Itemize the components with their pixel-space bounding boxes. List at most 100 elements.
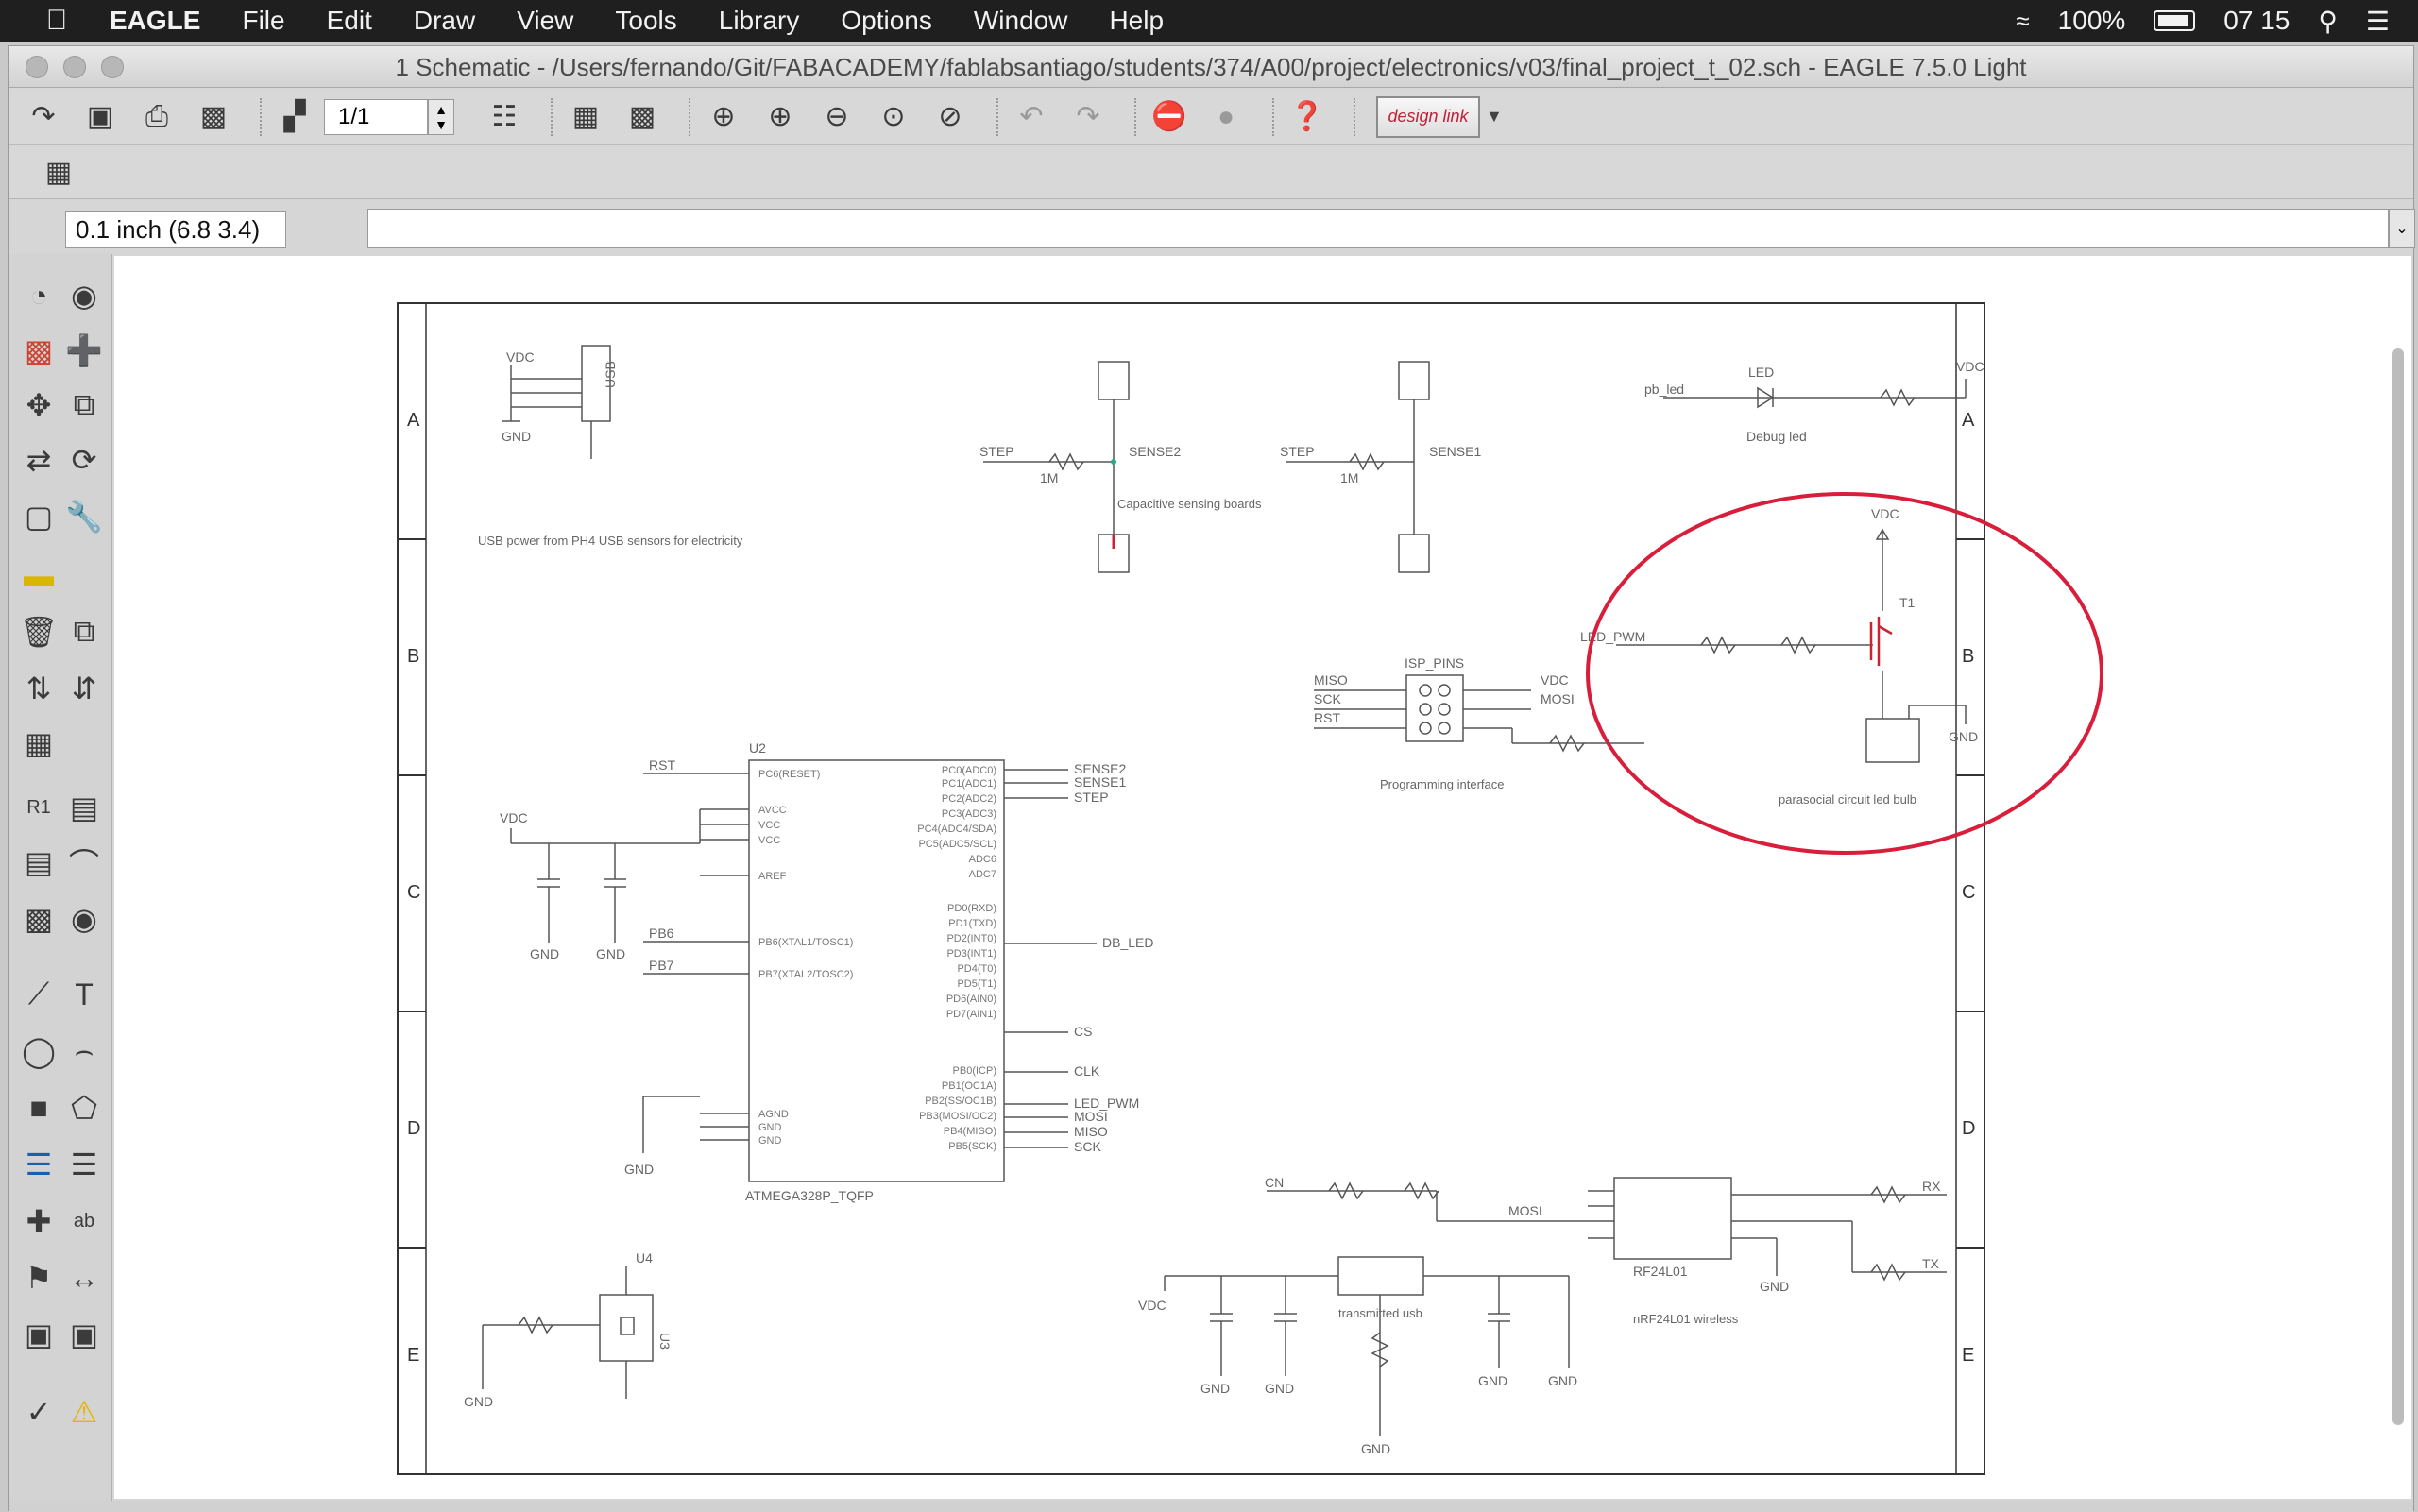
notification-center-icon[interactable]: ☰	[2366, 6, 2390, 37]
paste-icon[interactable]: ▬	[18, 554, 60, 596]
zoom-in-icon[interactable]: ⊕	[758, 95, 802, 139]
sheet-stepper[interactable]: ▲ ▼	[428, 98, 454, 135]
split-icon[interactable]: ▤	[18, 841, 60, 883]
mirror-icon[interactable]: ⇄	[18, 439, 60, 481]
frame-icon[interactable]: ▣	[18, 1314, 60, 1355]
mark-icon[interactable]: ➕	[63, 330, 105, 371]
junction-icon[interactable]: ✚	[18, 1200, 60, 1242]
menu-view[interactable]: View	[496, 6, 594, 36]
undo-icon[interactable]: ↶	[1010, 95, 1053, 139]
vertical-scrollbar[interactable]	[2392, 348, 2404, 1425]
add-icon[interactable]: ⧉	[63, 611, 105, 653]
arc-icon[interactable]: ⌢	[63, 1030, 105, 1072]
net-icon[interactable]: ☰	[63, 1144, 105, 1185]
redraw-icon[interactable]: ⊙	[872, 95, 915, 139]
help-icon[interactable]: ❓	[1286, 95, 1329, 139]
smash-icon[interactable]: ▩	[18, 898, 60, 940]
sheet-select[interactable]: 1/1	[324, 98, 428, 135]
script-icon[interactable]: ▦	[564, 95, 607, 139]
mosfet-vdc-label: VDC	[1871, 506, 1899, 521]
nrf24l01-module[interactable]	[1267, 1177, 1947, 1282]
u3-transistor[interactable]	[482, 1266, 654, 1399]
cap-sensor-right[interactable]	[1286, 361, 1430, 573]
redo-icon[interactable]: ↷	[1066, 95, 1110, 139]
frame-alt-icon[interactable]: ▣	[63, 1314, 105, 1355]
menu-options[interactable]: Options	[820, 6, 953, 36]
wifi-icon[interactable]: ≈	[2016, 7, 2029, 36]
sheet-icon[interactable]: ▞	[273, 95, 316, 139]
atmega328p[interactable]	[643, 759, 1097, 1182]
circle-icon[interactable]: ◯	[18, 1030, 60, 1072]
go-icon[interactable]: ●	[1204, 95, 1248, 139]
mcu-gnd-label: GND	[530, 946, 559, 961]
gateswap-icon[interactable]: ⇵	[63, 668, 105, 709]
stop-icon[interactable]: ⛔	[1148, 95, 1191, 139]
open-file-icon[interactable]: ↷	[22, 95, 65, 139]
menu-library[interactable]: Library	[698, 6, 821, 36]
value-icon[interactable]: ▤	[63, 787, 105, 828]
schematic-canvas[interactable]: A B C D E A B C D E VDC GND USB USB powe…	[114, 256, 2411, 1499]
command-history-chevron-icon[interactable]: ⌄	[2389, 209, 2415, 248]
menu-window[interactable]: Window	[953, 6, 1089, 36]
miter-icon[interactable]: ⌒	[63, 841, 105, 883]
usb-vdc-label: VDC	[506, 349, 535, 365]
debug-led-circuit[interactable]	[1663, 379, 1967, 409]
designlink-button[interactable]: design link	[1376, 95, 1480, 138]
mosfet-circuit[interactable]	[1616, 528, 1967, 763]
bus-icon[interactable]: ☰	[18, 1144, 60, 1185]
debug-led-caption: Debug led	[1746, 429, 1807, 444]
mcu-pin-right: PD2(INT0)	[946, 933, 996, 944]
chevron-down-icon[interactable]: ▼	[1486, 107, 1503, 127]
menu-tools[interactable]: Tools	[594, 6, 697, 36]
print-icon[interactable]: ⎙	[135, 95, 179, 139]
label-icon[interactable]: ab	[63, 1200, 105, 1242]
command-input[interactable]	[367, 209, 2389, 248]
optimize-icon[interactable]: ◉	[63, 898, 105, 940]
info-icon[interactable]: ◔	[18, 275, 60, 316]
mcu-pin-right: PC5(ADC5/SCL)	[918, 839, 996, 850]
show-icon[interactable]: ◉	[63, 275, 105, 316]
erc-icon[interactable]: ✓	[18, 1391, 60, 1433]
voltage-regulator[interactable]	[1164, 1256, 1570, 1436]
menu-file[interactable]: File	[221, 6, 305, 36]
apple-menu-icon[interactable]: 	[38, 5, 76, 37]
dimension-icon[interactable]: ↔	[63, 1257, 105, 1299]
regulator-gnd-label: GND	[1200, 1381, 1230, 1396]
move-icon[interactable]: ✥	[18, 384, 60, 426]
clock[interactable]: 07 15	[2223, 6, 2290, 36]
use-library-icon[interactable]: ☷	[483, 95, 526, 139]
change-icon[interactable]: 🔧	[63, 496, 105, 537]
cam-processor-icon[interactable]: ▩	[192, 95, 235, 139]
menu-help[interactable]: Help	[1088, 6, 1184, 36]
frame-row-label: E	[1962, 1345, 1974, 1366]
frame-row-label: B	[407, 646, 419, 667]
errors-warning-icon[interactable]: ⚠	[63, 1391, 105, 1433]
zoom-select-icon[interactable]: ⊘	[928, 95, 972, 139]
rectangle-icon[interactable]: ■	[18, 1087, 60, 1129]
text-icon[interactable]: T	[63, 974, 105, 1015]
cap-sensor-left[interactable]	[983, 361, 1130, 573]
group-icon[interactable]: ▢	[18, 496, 60, 537]
battery-percent[interactable]: 100%	[2058, 6, 2126, 36]
pinswap-icon[interactable]: ⇅	[18, 668, 60, 709]
menu-draw[interactable]: Draw	[393, 6, 496, 36]
nrf-tx-net: TX	[1922, 1256, 1940, 1271]
replace-icon[interactable]: ▦	[18, 722, 60, 764]
display-icon[interactable]: ▩	[18, 330, 60, 371]
wire-icon[interactable]: ⟋	[18, 974, 60, 1015]
polygon-icon[interactable]: ⬠	[63, 1087, 105, 1129]
delete-icon[interactable]: 🗑	[18, 611, 60, 653]
menu-app-eagle[interactable]: EAGLE	[102, 6, 221, 36]
battery-icon[interactable]	[2154, 10, 2196, 31]
copy-icon[interactable]: ⧉	[63, 384, 105, 426]
run-ulp-icon[interactable]: ▩	[621, 95, 664, 139]
zoom-fit-icon[interactable]: ⊕	[702, 95, 745, 139]
zoom-out-icon[interactable]: ⊖	[815, 95, 859, 139]
menu-edit[interactable]: Edit	[306, 6, 393, 36]
spotlight-search-icon[interactable]: ⚲	[2318, 6, 2338, 37]
rotate-icon[interactable]: ⟳	[63, 439, 105, 481]
name-icon[interactable]: R1	[18, 787, 60, 828]
attribute-icon[interactable]: ⚑	[18, 1257, 60, 1299]
save-icon[interactable]: ▣	[78, 95, 122, 139]
grid-icon[interactable]: ▦	[37, 151, 80, 195]
